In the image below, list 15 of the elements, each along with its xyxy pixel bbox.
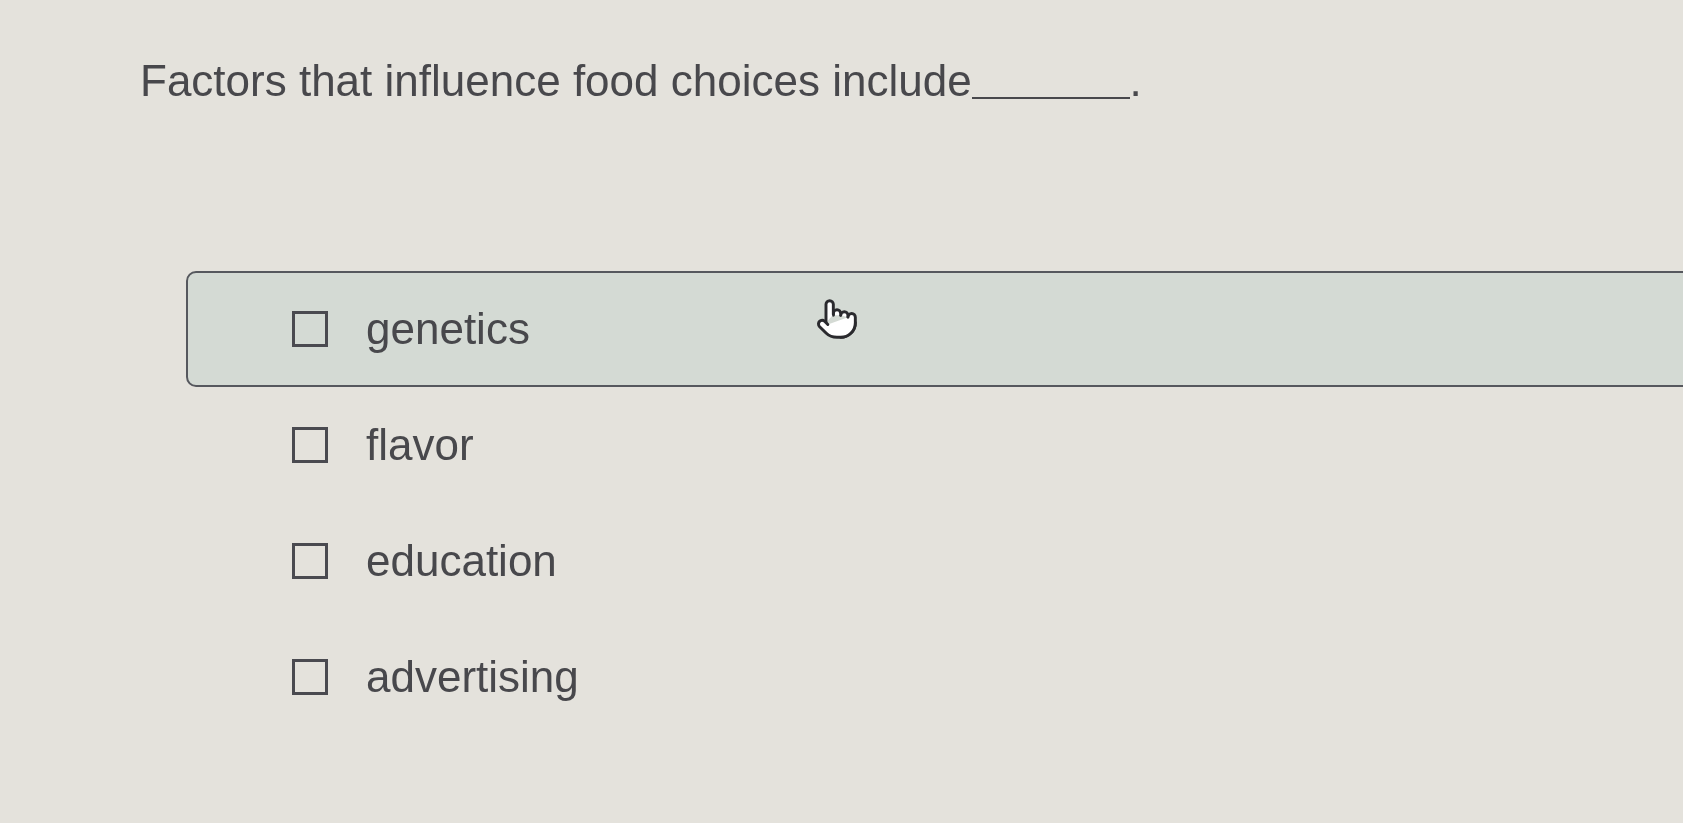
- period-text: .: [1129, 57, 1142, 105]
- answer-option[interactable]: advertising: [186, 619, 1683, 735]
- question-text: Factors that influence food choices include: [140, 57, 972, 105]
- hand-pointer-icon: [815, 297, 859, 341]
- answer-option[interactable]: flavor: [186, 387, 1683, 503]
- checkbox[interactable]: [292, 311, 328, 347]
- option-label: flavor: [366, 420, 474, 470]
- option-label: genetics: [366, 304, 530, 354]
- checkbox[interactable]: [292, 659, 328, 695]
- checkbox[interactable]: [292, 427, 328, 463]
- checkbox[interactable]: [292, 543, 328, 579]
- answer-option[interactable]: education: [186, 503, 1683, 619]
- answer-option[interactable]: genetics: [186, 271, 1683, 387]
- option-label: education: [366, 536, 557, 586]
- option-label: advertising: [366, 652, 579, 702]
